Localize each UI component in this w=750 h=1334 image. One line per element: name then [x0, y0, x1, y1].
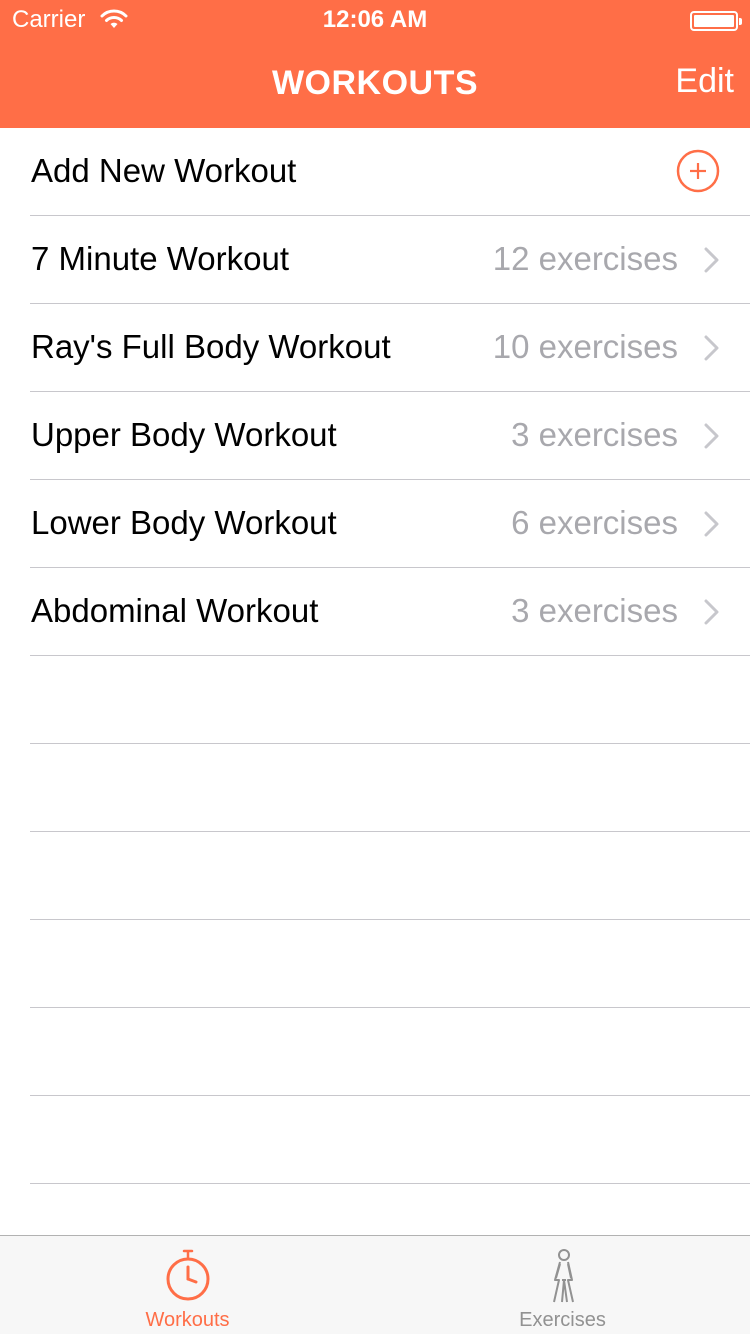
add-new-workout-label: Add New Workout: [31, 152, 297, 189]
exercise-count: 6 exercises: [511, 504, 678, 541]
empty-row: [0, 832, 750, 920]
workout-row[interactable]: Ray's Full Body Workout 10 exercises: [0, 304, 750, 392]
tab-bar: Workouts Exercises: [0, 1235, 750, 1334]
workout-row[interactable]: Upper Body Workout 3 exercises: [0, 392, 750, 480]
page-title: WORKOUTS: [271, 64, 479, 102]
tab-workouts[interactable]: Workouts: [0, 1236, 375, 1334]
empty-row: [0, 656, 750, 744]
header: Carrier 12:06 AM WORKOUTS Edit: [0, 0, 750, 128]
tab-label: Workouts: [145, 1309, 230, 1331]
workout-row[interactable]: Abdominal Workout 3 exercises: [0, 568, 750, 656]
empty-row: [0, 1008, 750, 1096]
tab-label: Exercises: [519, 1309, 606, 1331]
status-time: 12:06 AM: [322, 6, 428, 33]
workout-name: Abdominal Workout: [31, 592, 319, 629]
chevron-right-icon: [704, 511, 719, 537]
stopwatch-icon: [166, 1249, 209, 1301]
chevron-right-icon: [704, 599, 719, 625]
empty-row: [0, 744, 750, 832]
exercise-count: 3 exercises: [511, 592, 678, 629]
nav-bar: WORKOUTS Edit: [0, 40, 750, 128]
tab-exercises[interactable]: Exercises: [375, 1236, 750, 1334]
empty-row: [0, 1096, 750, 1184]
workout-name: Ray's Full Body Workout: [31, 328, 391, 365]
workout-row[interactable]: Lower Body Workout 6 exercises: [0, 480, 750, 568]
figure-icon: [552, 1249, 574, 1303]
plus-circle-icon[interactable]: [676, 149, 720, 193]
workout-row[interactable]: 7 Minute Workout 12 exercises: [0, 216, 750, 304]
exercise-count: 12 exercises: [492, 240, 678, 277]
status-bar: Carrier 12:06 AM: [0, 0, 750, 40]
workout-name: 7 Minute Workout: [31, 240, 290, 277]
edit-button[interactable]: Edit: [675, 62, 734, 101]
chevron-right-icon: [704, 423, 719, 449]
add-new-workout-row[interactable]: Add New Workout: [0, 128, 750, 216]
chevron-right-icon: [704, 335, 719, 361]
empty-row: [0, 920, 750, 1008]
workout-list: Add New Workout 7 Minute Workout 12 exer…: [0, 128, 750, 1184]
workout-name: Lower Body Workout: [31, 504, 337, 541]
chevron-right-icon: [704, 247, 719, 273]
workout-name: Upper Body Workout: [31, 416, 337, 453]
exercise-count: 10 exercises: [492, 328, 678, 365]
exercise-count: 3 exercises: [511, 416, 678, 453]
battery-icon: [690, 11, 742, 31]
